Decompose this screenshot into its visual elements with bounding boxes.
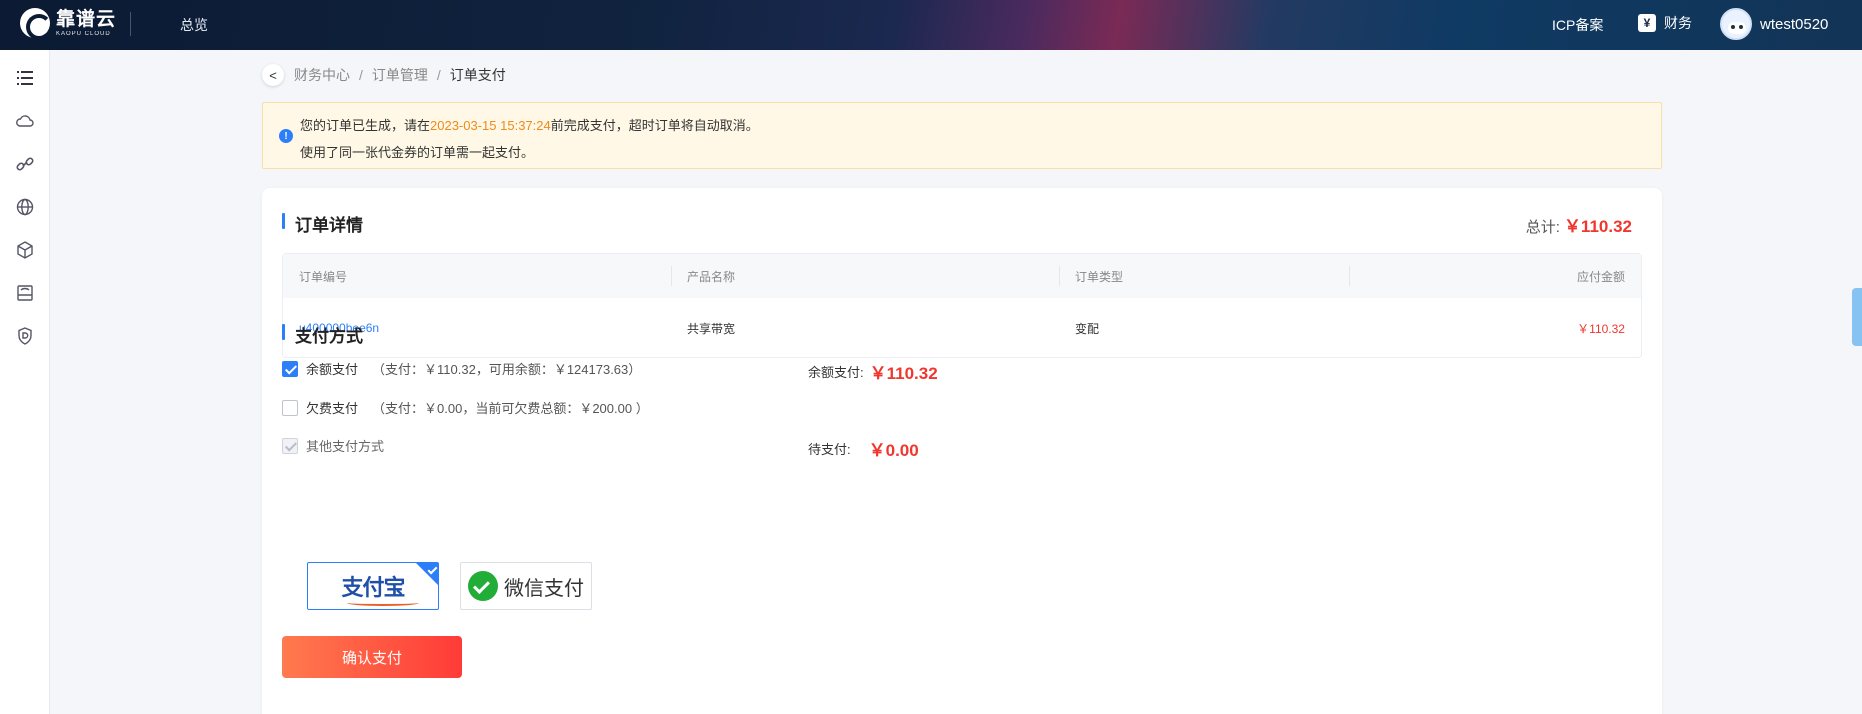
username: wtest0520 — [1760, 15, 1829, 33]
breadcrumb-order-payment: 订单支付 — [449, 67, 506, 83]
arrears-payment-checkbox[interactable] — [282, 399, 298, 416]
table-row: u400000bee6n 共享带宽 变配 ￥110.32 — [283, 298, 1641, 358]
notice-deadline-text: 您的订单已生成，请在2023-03-15 15:37:24前完成支付，超时订单将… — [300, 115, 759, 134]
total-amount: ￥110.32 — [1563, 217, 1632, 236]
order-table: 订单编号 产品名称 订单类型 应付金额 u400000bee6n 共享带宽 变配… — [282, 253, 1642, 358]
top-navbar: 靠谱云 KAOPU CLOUD 总览 ICP备案 ¥ 财务 wtest0520 — [0, 0, 1862, 50]
alipay-logo-text: 支付宝 — [341, 575, 405, 601]
wechat-pay-option[interactable]: 微信支付 — [460, 562, 592, 610]
col-order-type: 订单类型 — [1075, 269, 1124, 284]
balance-payment-detail: （支付：￥110.32，可用余额：￥124173.63） — [372, 362, 642, 377]
total-label: 总计: — [1525, 219, 1560, 236]
notice-deadline: 2023-03-15 15:37:24 — [430, 118, 551, 133]
wechat-pay-logo: 微信支付 — [468, 571, 584, 601]
balance-summary: 余额支付: ￥110.32 — [808, 359, 938, 384]
other-payment-checkbox[interactable] — [282, 437, 298, 454]
wechat-icon — [468, 571, 498, 601]
storage-icon[interactable] — [13, 281, 37, 305]
breadcrumb-order-management[interactable]: 订单管理 — [372, 65, 428, 85]
col-amount-due: 应付金额 — [1576, 269, 1625, 284]
logo-name: 靠谱云 — [56, 8, 117, 30]
arrears-payment-label: 欠费支付 — [306, 401, 359, 416]
cube-network-icon[interactable] — [13, 238, 37, 262]
col-divider — [1059, 266, 1060, 286]
breadcrumb-separator: / — [359, 67, 363, 83]
cloud-icon[interactable] — [13, 109, 37, 133]
arrears-payment-option[interactable]: 欠费支付 （支付：￥0.00，当前可欠费总额：￥200.00 ） — [282, 398, 649, 417]
confirm-payment-button[interactable]: 确认支付 — [282, 636, 462, 678]
product-name: 共享带宽 — [687, 321, 736, 336]
col-divider — [671, 266, 672, 286]
nav-finance-label: 财务 — [1664, 15, 1692, 31]
info-icon: ! — [279, 129, 293, 143]
finance-icon: ¥ — [1638, 14, 1656, 32]
balance-summary-label: 余额支付: — [808, 365, 864, 380]
other-payment-label: 其他支付方式 — [306, 439, 385, 454]
logo[interactable]: 靠谱云 KAOPU CLOUD — [20, 8, 117, 40]
balance-payment-label: 余额支付 — [306, 362, 359, 377]
back-button[interactable]: < — [262, 64, 284, 86]
nav-overview-link[interactable]: 总览 — [180, 15, 208, 35]
nav-finance-link[interactable]: ¥ 财务 — [1638, 13, 1692, 33]
wechat-pay-label: 微信支付 — [504, 577, 584, 600]
logo-subtitle: KAOPU CLOUD — [56, 30, 111, 37]
logo-mark-icon — [20, 8, 52, 40]
table-header: 订单编号 产品名称 订单类型 应付金额 — [283, 254, 1641, 298]
pending-label: 待支付: — [808, 442, 851, 457]
notice-suffix: 前完成支付，超时订单将自动取消。 — [550, 118, 759, 133]
order-total: 总计: ￥110.32 — [1526, 212, 1632, 237]
notice-prefix: 您的订单已生成，请在 — [300, 118, 431, 133]
order-type: 变配 — [1075, 321, 1100, 336]
link-icon[interactable] — [13, 152, 37, 176]
globe-icon[interactable] — [13, 195, 37, 219]
order-notice: ! 您的订单已生成，请在2023-03-15 15:37:24前完成支付，超时订… — [262, 102, 1662, 169]
breadcrumb-finance-center[interactable]: 财务中心 — [294, 65, 350, 85]
topbar-divider — [130, 12, 131, 36]
sidebar — [0, 50, 50, 714]
breadcrumb: < 财务中心 / 订单管理 / 订单支付 — [262, 64, 506, 86]
col-divider — [1349, 266, 1350, 286]
amount-due: ￥110.32 — [1577, 321, 1625, 336]
col-product-name: 产品名称 — [687, 269, 736, 284]
arrears-payment-detail: （支付：￥0.00，当前可欠费总额：￥200.00 ） — [372, 401, 649, 416]
col-order-id: 订单编号 — [299, 269, 348, 284]
payment-method-title: 支付方式 — [282, 322, 363, 347]
user-menu[interactable]: wtest0520 — [1720, 8, 1828, 40]
breadcrumb-separator: / — [436, 67, 441, 83]
avatar — [1720, 8, 1752, 40]
pending-summary: 待支付: ￥0.00 — [808, 436, 919, 461]
nav-icp-link[interactable]: ICP备案 — [1552, 15, 1603, 35]
alipay-swoosh — [347, 600, 420, 606]
alipay-logo: 支付宝 — [341, 570, 420, 606]
order-details-title: 订单详情 — [282, 211, 363, 236]
balance-summary-amount: ￥110.32 — [869, 364, 938, 383]
balance-payment-checkbox[interactable] — [282, 360, 298, 377]
order-card: 订单详情 总计: ￥110.32 订单编号 产品名称 订单类型 应付金额 u400… — [262, 188, 1662, 714]
alipay-option[interactable]: 支付宝 — [307, 562, 439, 610]
other-payment-option[interactable]: 其他支付方式 — [282, 436, 384, 455]
shield-icon[interactable] — [13, 324, 37, 348]
pending-amount: ￥0.00 — [868, 441, 919, 460]
balance-payment-option[interactable]: 余额支付 （支付：￥110.32，可用余额：￥124173.63） — [282, 359, 641, 378]
list-icon[interactable] — [13, 66, 37, 90]
side-collapse-tab[interactable] — [1852, 288, 1862, 346]
notice-voucher-text: 使用了同一张代金券的订单需一起支付。 — [300, 145, 535, 160]
